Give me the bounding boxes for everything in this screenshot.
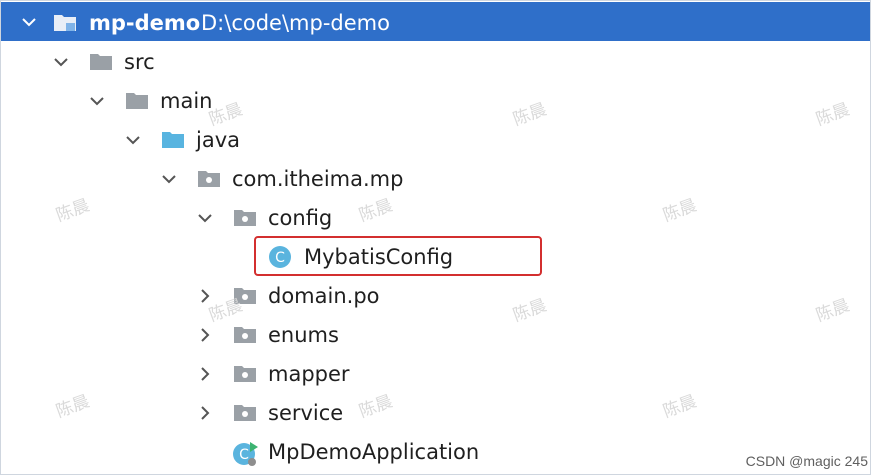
tree-label-mapper: mapper <box>268 362 350 386</box>
tree-row-service[interactable]: service <box>0 393 869 432</box>
tree-row-java[interactable]: java <box>0 120 869 159</box>
chevron-right-icon[interactable] <box>195 364 215 384</box>
package-icon <box>232 323 258 345</box>
chevron-down-icon[interactable] <box>87 91 107 111</box>
chevron-down-icon[interactable] <box>123 130 143 150</box>
footer-credit: CSDN @magic 245 <box>745 453 868 469</box>
tree-row-package[interactable]: com.itheima.mp <box>0 159 869 198</box>
package-icon <box>232 284 258 306</box>
tree-label-main: main <box>160 89 213 113</box>
tree-row-domain-po[interactable]: domain.po <box>0 276 869 315</box>
tree-row-enums[interactable]: enums <box>0 315 869 354</box>
chevron-down-icon[interactable] <box>19 12 39 32</box>
chevron-right-icon[interactable] <box>195 325 215 345</box>
tree-row-application[interactable]: C MpDemoApplication <box>0 432 869 471</box>
tree-label-config: config <box>268 206 333 230</box>
svg-text:C: C <box>239 447 249 463</box>
tree-label-domain-po: domain.po <box>268 284 380 308</box>
folder-icon <box>88 50 114 72</box>
tree-row-src[interactable]: src <box>0 42 869 81</box>
tree-row-mapper[interactable]: mapper <box>0 354 869 393</box>
chevron-down-icon[interactable] <box>195 208 215 228</box>
tree-label-application: MpDemoApplication <box>268 440 480 464</box>
tree-label-service: service <box>268 401 344 425</box>
tree-row-main[interactable]: main <box>0 81 869 120</box>
project-name: mp-demo <box>89 11 201 35</box>
project-path: D:\code\mp-demo <box>201 11 390 35</box>
tree-label-enums: enums <box>268 323 339 347</box>
tree-label-package: com.itheima.mp <box>232 167 404 191</box>
chevron-down-icon[interactable] <box>51 52 71 72</box>
folder-icon <box>124 89 150 111</box>
chevron-right-icon[interactable] <box>195 403 215 423</box>
package-icon <box>232 362 258 384</box>
tree-label-java: java <box>196 128 240 152</box>
module-folder-icon <box>52 11 78 33</box>
highlight-box <box>254 236 542 276</box>
chevron-right-icon[interactable] <box>195 286 215 306</box>
package-icon <box>232 401 258 423</box>
tree-label-src: src <box>124 50 155 74</box>
chevron-down-icon[interactable] <box>159 169 179 189</box>
spring-boot-class-icon: C <box>232 440 260 468</box>
package-icon <box>232 206 258 228</box>
source-folder-icon <box>160 128 186 150</box>
package-icon <box>196 167 222 189</box>
tree-row-project-root[interactable]: mp-demo D:\code\mp-demo <box>1 2 870 41</box>
tree-row-config[interactable]: config <box>0 198 869 237</box>
